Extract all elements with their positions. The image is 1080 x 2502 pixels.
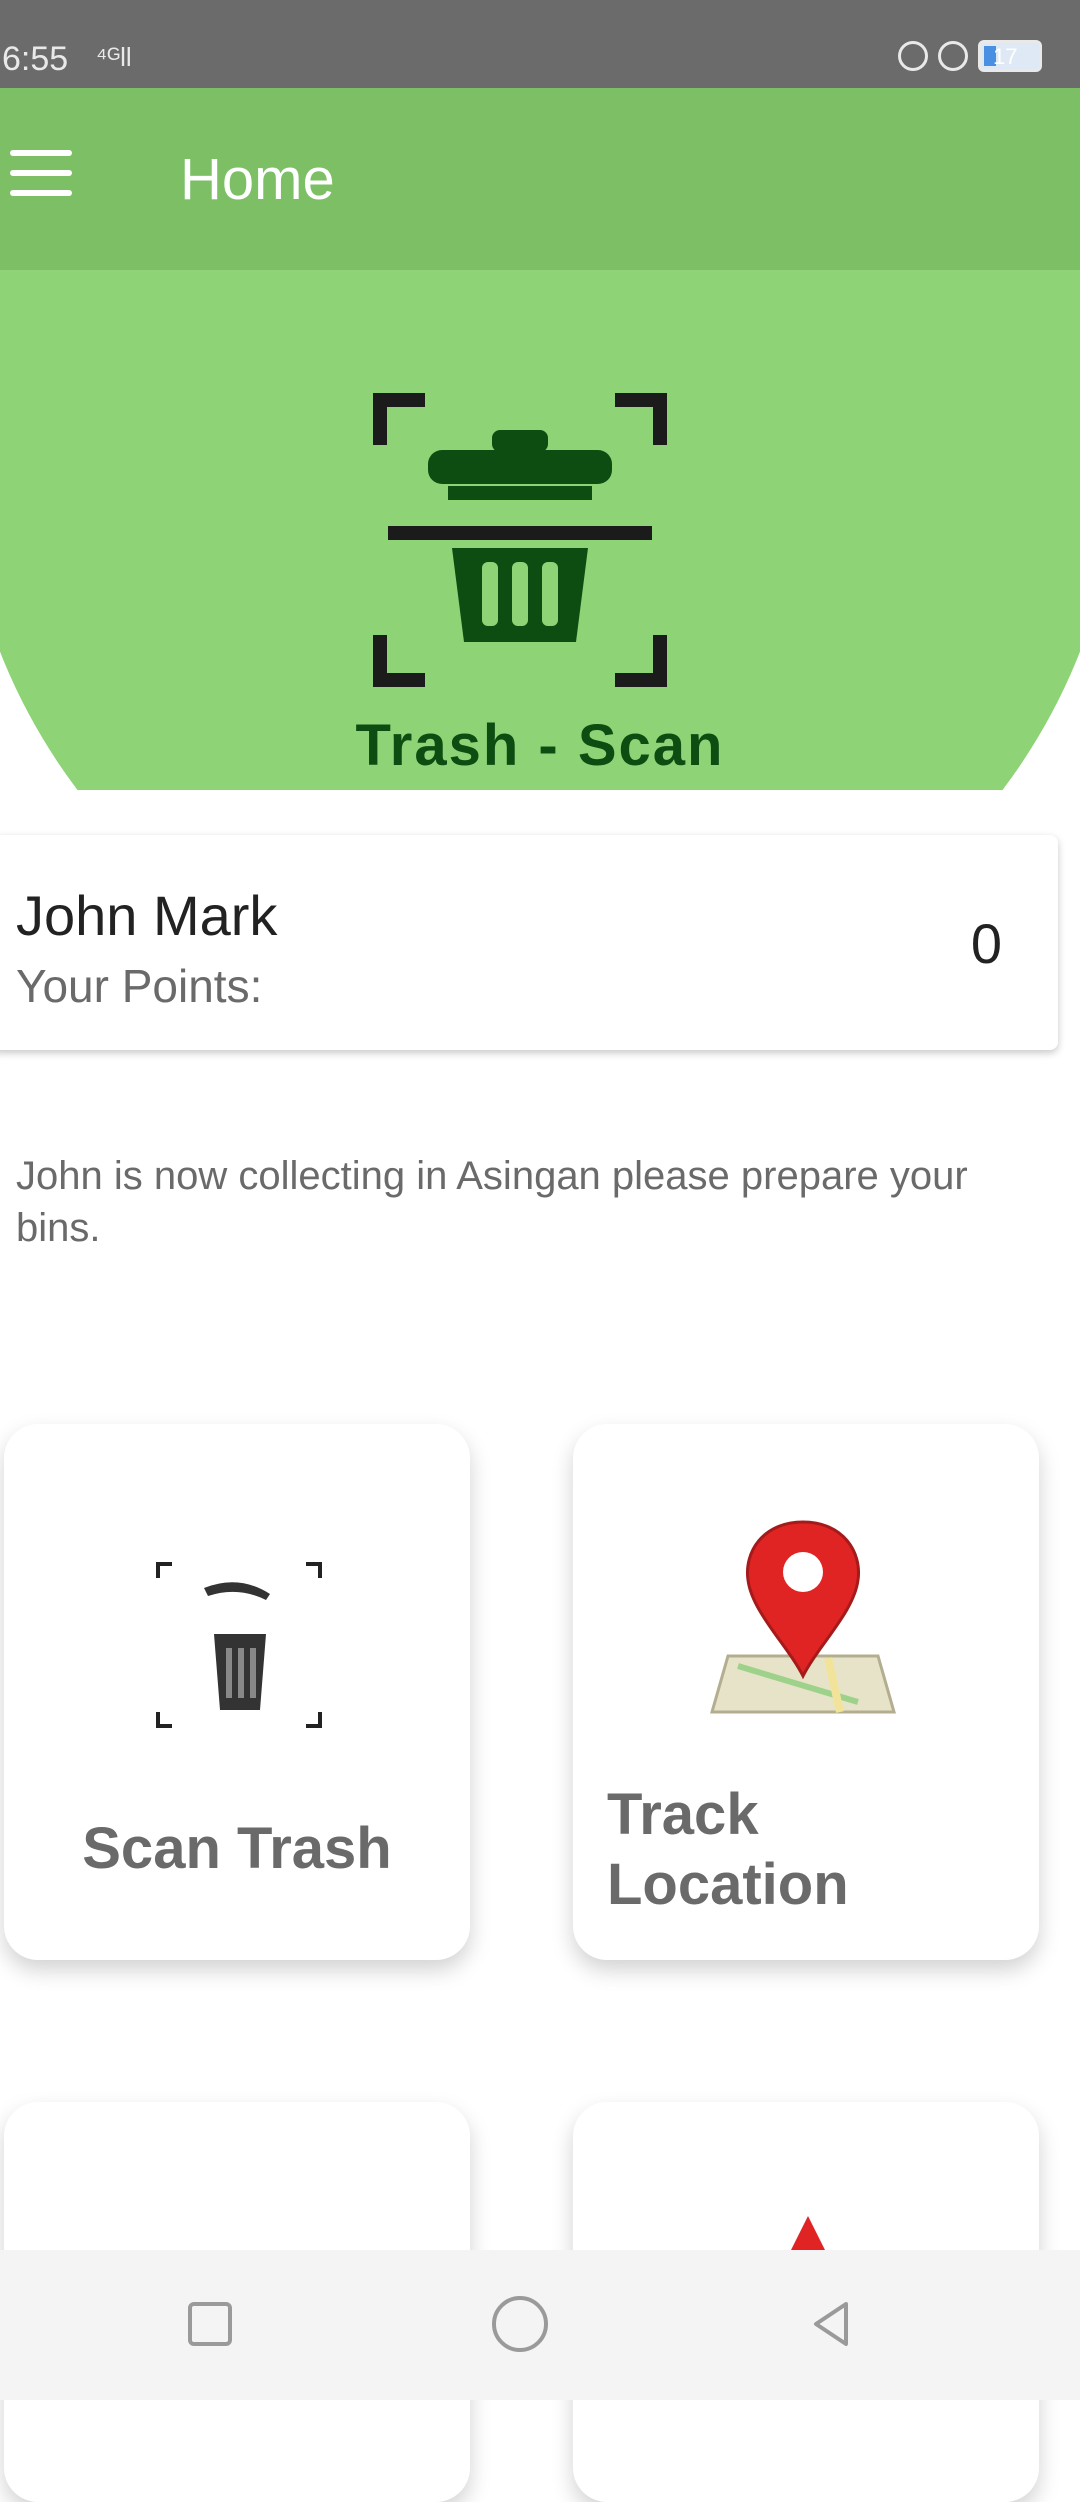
back-icon[interactable]	[806, 2298, 854, 2350]
collection-notice: John is now collecting in Asingan please…	[16, 1154, 968, 1250]
home-icon[interactable]	[492, 2296, 548, 2352]
trash-scan-logo	[373, 393, 667, 687]
signal-icon: ⁴ᴳll	[96, 42, 132, 72]
user-name: John Mark	[16, 884, 278, 947]
battery-level: 17	[993, 44, 1018, 69]
recent-apps-icon[interactable]	[188, 2302, 232, 2346]
scan-trash-label: Scan Trash	[82, 1816, 392, 1881]
lock-rotation-icon	[898, 41, 928, 71]
status-time: 6:55	[2, 40, 69, 78]
brand-name: Trash - Scan	[355, 713, 725, 778]
points-label: Your Points:	[16, 960, 263, 1012]
status-icons: 17	[898, 40, 1042, 72]
scan-trash-button[interactable]: Scan Trash	[4, 1424, 470, 1960]
points-card: John Mark Your Points: 0	[0, 835, 1058, 1050]
page-title: Home	[180, 147, 335, 212]
track-location-label: Track Location	[607, 1782, 849, 1917]
scan-trash-icon	[156, 1562, 322, 1728]
menu-icon[interactable]	[10, 150, 72, 198]
battery-icon: 17	[978, 40, 1042, 72]
track-location-button[interactable]: Track Location	[573, 1424, 1039, 1960]
location-pin-icon	[710, 1520, 896, 1714]
system-nav-bar	[0, 2250, 1080, 2400]
points-value: 0	[970, 912, 1002, 975]
status-bar: 6:55 ⁴ᴳll 17	[0, 0, 1080, 88]
alarm-icon	[938, 41, 968, 71]
app-bar	[0, 88, 1080, 270]
